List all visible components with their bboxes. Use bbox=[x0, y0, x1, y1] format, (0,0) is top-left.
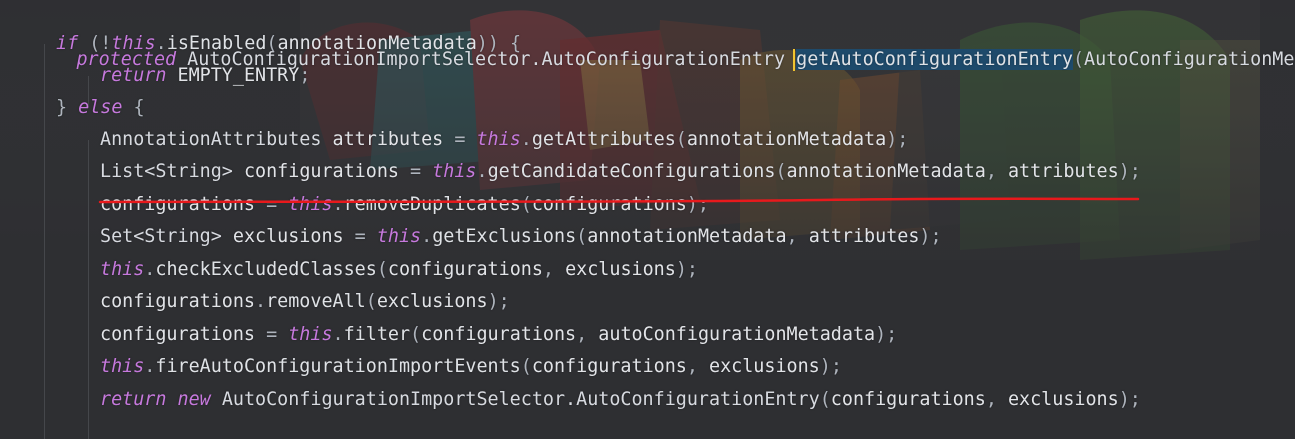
code-editor[interactable]: protected AutoConfigurationImportSelecto… bbox=[0, 0, 1295, 439]
red-annotation-underline bbox=[98, 197, 1140, 204]
